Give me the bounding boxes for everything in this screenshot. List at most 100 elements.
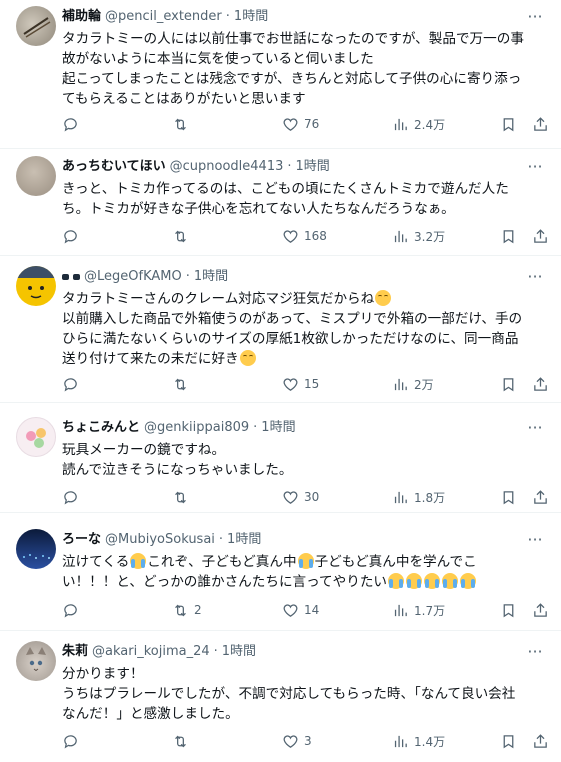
more-icon[interactable]: ··· [525, 642, 545, 662]
tweet-header: ろーな @MubiyoSokusai · 1時間 [62, 530, 545, 550]
like-button[interactable]: 76 [282, 114, 319, 134]
like-count: 14 [304, 603, 320, 617]
view-count: 1.8万 [414, 490, 446, 505]
share-button[interactable] [532, 226, 549, 246]
avatar[interactable] [16, 417, 56, 457]
reply-icon [64, 603, 77, 618]
user-handle[interactable]: @cupnoodle4413 [170, 157, 284, 177]
bookmark-button[interactable] [500, 226, 517, 246]
display-name[interactable]: 補助輪 [62, 7, 101, 27]
tweet-text: タカラトミーの人には以前仕事でお世話になったのですが、製品で万一の事 故がないよ… [62, 29, 545, 109]
reply-button[interactable] [62, 600, 84, 620]
tweet[interactable]: あっちむいてほい @cupnoodle4413 · 1時間 きっと、トミカ作って… [0, 149, 561, 256]
share-button[interactable] [532, 600, 549, 620]
bookmark-button[interactable] [500, 114, 517, 134]
views-button[interactable]: 1.8万 [392, 487, 445, 507]
timestamp[interactable]: 1時間 [194, 267, 228, 287]
share-button[interactable] [532, 731, 549, 751]
avatar[interactable] [16, 156, 56, 196]
bookmark-button[interactable] [500, 487, 517, 507]
timestamp[interactable]: 1時間 [227, 530, 261, 550]
retweet-button[interactable] [172, 114, 194, 134]
retweet-button[interactable]: 2 [172, 600, 202, 620]
share-icon [534, 602, 547, 617]
user-handle[interactable]: @MubiyoSokusai [105, 530, 215, 550]
retweet-icon [175, 604, 186, 616]
reply-icon [64, 490, 77, 505]
timestamp[interactable]: 1時間 [234, 7, 268, 27]
tweet[interactable]: @LegeOfKAMO · 1時間 タカラトミーさんのクレーム対応マジ狂気だから… [0, 256, 561, 403]
crying-face-icon [442, 573, 459, 589]
bookmark-button[interactable] [500, 731, 517, 751]
tweet[interactable]: ちょこみんと @genkiippai809 · 1時間 玩具メーカーの鏡ですね。… [0, 403, 561, 513]
reply-button[interactable] [62, 487, 84, 507]
like-button[interactable]: 14 [282, 600, 319, 620]
like-button[interactable]: 168 [282, 226, 327, 246]
display-name[interactable]: ちょこみんと [62, 418, 140, 438]
like-count: 3 [304, 734, 312, 748]
timestamp[interactable]: 1時間 [261, 418, 295, 438]
flower-icon [26, 428, 46, 448]
display-name[interactable]: ろーな [62, 530, 101, 550]
user-handle[interactable]: @pencil_extender [105, 7, 222, 27]
tweet-text: タカラトミーさんのクレーム対応マジ狂気だからね 以前購入した商品で外箱使うのがあ… [62, 289, 545, 369]
avatar[interactable] [16, 641, 56, 681]
avatar[interactable] [16, 266, 56, 306]
bookmark-icon [503, 117, 514, 131]
reply-icon [64, 377, 77, 392]
more-icon[interactable]: ··· [525, 530, 545, 550]
more-icon[interactable]: ··· [525, 7, 545, 27]
tweet-text-segment: タカラトミーさんのクレーム対応マジ狂気だからね [62, 291, 375, 307]
display-name[interactable]: 朱莉 [62, 642, 88, 662]
tweet[interactable]: ろーな @MubiyoSokusai · 1時間 泣けてくる これぞ、子どもど真ん… [0, 513, 561, 631]
display-name[interactable]: あっちむいてほい [62, 157, 166, 177]
like-button[interactable]: 15 [282, 374, 319, 394]
more-icon[interactable]: ··· [525, 267, 545, 287]
timestamp[interactable]: 1時間 [296, 157, 330, 177]
views-button[interactable]: 1.4万 [392, 731, 445, 751]
tweet-actions: 3 1.4万 [62, 731, 547, 751]
tweet-actions: 15 2万 [62, 374, 547, 394]
tweet-text-line: タカラトミーの人には以前仕事でお世話になったのですが、製品で万一の事 [62, 31, 524, 47]
timestamp[interactable]: 1時間 [222, 642, 256, 662]
retweet-button[interactable] [172, 226, 194, 246]
bookmark-icon [503, 377, 514, 391]
reply-button[interactable] [62, 731, 84, 751]
tweet[interactable]: 補助輪 @pencil_extender · 1時間 タカラトミーの人には以前仕… [0, 0, 561, 149]
reply-button[interactable] [62, 114, 84, 134]
views-button[interactable]: 2.4万 [392, 114, 445, 134]
reply-button[interactable] [62, 374, 84, 394]
crying-face-icon [388, 573, 405, 589]
share-icon [534, 489, 547, 504]
like-button[interactable]: 30 [282, 487, 319, 507]
crying-face-icon [424, 573, 441, 589]
retweet-icon [175, 735, 186, 747]
views-button[interactable]: 1.7万 [392, 600, 445, 620]
share-button[interactable] [532, 487, 549, 507]
user-handle[interactable]: @genkiippai809 [144, 418, 249, 438]
retweet-button[interactable] [172, 374, 194, 394]
views-icon [394, 378, 407, 390]
views-button[interactable]: 3.2万 [392, 226, 445, 246]
share-button[interactable] [532, 374, 549, 394]
bookmark-button[interactable] [500, 374, 517, 394]
like-button[interactable]: 3 [282, 731, 312, 751]
more-icon[interactable]: ··· [525, 418, 545, 438]
views-icon [394, 604, 407, 616]
avatar[interactable] [16, 529, 56, 569]
more-icon[interactable]: ··· [525, 157, 545, 177]
retweet-button[interactable] [172, 487, 194, 507]
separator-dot: · [185, 269, 190, 284]
retweet-button[interactable] [172, 731, 194, 751]
avatar[interactable] [16, 6, 56, 46]
user-handle[interactable]: @LegeOfKAMO [84, 267, 182, 287]
share-button[interactable] [532, 114, 549, 134]
tweet[interactable]: 朱莉 @akari_kojima_24 · 1時間 分かります！ うちはプラレー… [0, 631, 561, 762]
views-button[interactable]: 2万 [392, 374, 434, 394]
user-handle[interactable]: @akari_kojima_24 [92, 642, 210, 662]
view-count: 2万 [414, 377, 434, 392]
bookmark-button[interactable] [500, 600, 517, 620]
reply-button[interactable] [62, 226, 84, 246]
retweet-icon [175, 491, 186, 503]
tweet-text-line: 玩具メーカーの鏡ですね。 [62, 442, 226, 458]
